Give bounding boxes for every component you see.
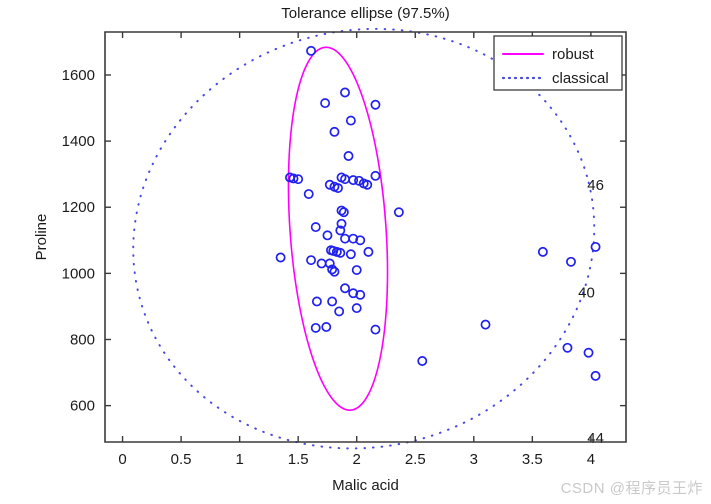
data-point — [338, 207, 349, 218]
data-point — [329, 126, 340, 137]
outlier-label: 40 — [578, 285, 595, 302]
data-point — [345, 249, 356, 260]
x-tick-label: 2 — [353, 451, 361, 468]
data-point — [590, 370, 601, 381]
data-point — [345, 115, 356, 126]
chart-title: Tolerance ellipse (97.5%) — [281, 5, 449, 22]
y-tick-label: 1000 — [62, 265, 95, 282]
ellipse-robust — [287, 46, 389, 411]
data-point — [393, 207, 404, 218]
outlier-label: 44 — [587, 430, 604, 447]
y-tick-label: 1200 — [62, 199, 95, 216]
data-point — [340, 233, 350, 244]
x-tick-label: 1 — [235, 451, 243, 468]
data-point — [311, 296, 322, 307]
x-tick-label: 1.5 — [288, 451, 309, 468]
y-tick-label: 1400 — [62, 133, 95, 150]
data-point — [303, 189, 314, 199]
data-point — [566, 256, 576, 267]
y-tick-label: 800 — [70, 332, 95, 349]
data-point — [340, 87, 350, 98]
legend-label-robust: robust — [552, 46, 595, 63]
data-point — [321, 321, 332, 332]
data-point — [320, 98, 331, 109]
data-point — [583, 347, 594, 358]
x-tick-label: 3.5 — [522, 451, 543, 468]
data-point — [310, 222, 321, 233]
data-point — [370, 170, 381, 181]
scatter-plot: 46 40 44 0 0.5 1 1.5 2 2.5 3 3.5 4 600 800 1000 1200 140… — [33, 5, 627, 494]
x-tick-label: 2.5 — [405, 451, 426, 468]
data-point — [370, 324, 381, 335]
watermark: CSDN @程序员王炸 — [560, 480, 703, 497]
data-point — [334, 306, 345, 317]
data-point — [306, 45, 317, 56]
figure-canvas: 46 40 44 0 0.5 1 1.5 2 2.5 3 3.5 4 600 800 1000 1200 140… — [0, 0, 711, 504]
data-point — [327, 296, 338, 307]
data-point — [370, 99, 381, 110]
data-point — [537, 246, 548, 257]
x-tick-label: 4 — [587, 451, 595, 468]
outlier-label: 46 — [587, 177, 604, 194]
x-tick-label: 0.5 — [171, 451, 192, 468]
data-point — [340, 283, 350, 294]
data-point — [316, 258, 327, 269]
data-point — [363, 246, 374, 257]
axis-frame — [104, 31, 627, 443]
y-tick-label: 1600 — [62, 67, 95, 84]
data-point — [351, 265, 362, 276]
x-axis-title: Malic acid — [332, 477, 399, 494]
data-point — [562, 342, 573, 353]
y-axis-title: Proline — [33, 214, 50, 261]
x-tick-label: 3 — [470, 451, 478, 468]
legend-label-classical: classical — [552, 70, 609, 87]
y-tick-label: 600 — [70, 398, 95, 415]
data-point — [275, 252, 286, 263]
data-point — [310, 322, 321, 333]
x-tick-label: 0 — [118, 451, 126, 468]
data-point — [590, 241, 601, 252]
data-point — [417, 356, 428, 366]
data-point — [343, 151, 354, 161]
data-point — [306, 255, 317, 266]
data-point — [351, 303, 362, 314]
data-point — [480, 319, 491, 330]
data-point — [322, 230, 333, 241]
